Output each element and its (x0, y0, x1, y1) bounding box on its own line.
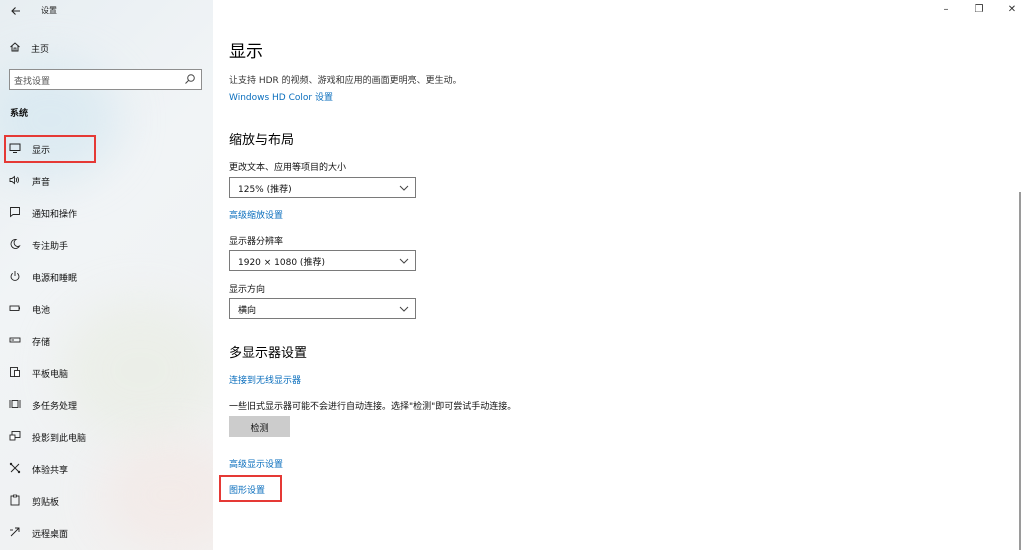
sidebar-item-label: 电源和睡眠 (32, 274, 78, 284)
sidebar-item-notifications[interactable]: 通知和操作 (8, 203, 208, 225)
orientation-value: 横向 (238, 306, 257, 316)
titlebar-left: 设置 (0, 0, 213, 22)
sidebar-item-label: 投影到此电脑 (32, 434, 87, 444)
sidebar-item-home[interactable]: 主页 (9, 41, 199, 57)
sidebar-item-label: 电池 (32, 306, 51, 316)
chevron-down-icon (399, 306, 409, 312)
app-title: 设置 (41, 6, 57, 15)
sidebar-item-label: 体验共享 (32, 466, 69, 476)
clipboard-icon (8, 494, 22, 508)
sidebar-item-label: 多任务处理 (32, 402, 78, 412)
resolution-label: 显示器分辨率 (229, 237, 284, 247)
close-button[interactable]: ✕ (1005, 4, 1019, 15)
notification-icon (8, 206, 22, 220)
text-size-label: 更改文本、应用等项目的大小 (229, 163, 347, 173)
sidebar-item-label: 声音 (32, 178, 51, 188)
orientation-dropdown[interactable]: 横向 (229, 298, 416, 319)
sidebar-item-multitasking[interactable]: 多任务处理 (8, 395, 208, 417)
arrow-left-icon (11, 7, 20, 15)
search-icon (185, 74, 195, 84)
moon-icon (8, 238, 22, 252)
speaker-icon (8, 174, 22, 188)
sidebar-home-label: 主页 (31, 45, 50, 55)
wireless-display-link[interactable]: 连接到无线显示器 (229, 373, 301, 386)
sidebar-item-clipboard[interactable]: 剪贴板 (8, 491, 208, 513)
detect-button-label: 检测 (250, 424, 269, 434)
text-size-dropdown[interactable]: 125% (推荐) (229, 177, 416, 198)
sidebar-item-storage[interactable]: 存储 (8, 331, 208, 353)
highlight-box-display (4, 135, 96, 163)
hdr-settings-link[interactable]: Windows HD Color 设置 (229, 90, 333, 103)
power-icon (8, 270, 22, 284)
tablet-icon (8, 366, 22, 380)
sidebar-item-label: 存储 (32, 338, 51, 348)
home-icon (9, 41, 23, 56)
detect-description: 一些旧式显示器可能不会进行自动连接。选择"检测"即可尝试手动连接。 (229, 402, 517, 412)
minimize-button[interactable]: – (939, 4, 953, 15)
project-icon (8, 430, 22, 444)
multi-display-heading: 多显示器设置 (229, 346, 308, 361)
sidebar-item-label: 平板电脑 (32, 370, 69, 380)
sidebar: 设置 主页 查找设置 系统 显示 声音 通知和操作 专注助手 电源和睡眠 电池 … (0, 0, 213, 550)
text-size-value: 125% (推荐) (238, 185, 292, 195)
sidebar-item-project[interactable]: 投影到此电脑 (8, 427, 208, 449)
sidebar-item-label: 远程桌面 (32, 530, 69, 540)
restore-button[interactable]: ❐ (972, 4, 986, 15)
chevron-down-icon (399, 258, 409, 264)
advanced-display-link[interactable]: 高级显示设置 (229, 457, 283, 470)
hdr-description: 让支持 HDR 的视频、游戏和应用的画面更明亮、更生动。 (229, 76, 462, 86)
resolution-dropdown[interactable]: 1920 × 1080 (推荐) (229, 250, 416, 271)
sidebar-item-shared-experiences[interactable]: 体验共享 (8, 459, 208, 481)
detect-button[interactable]: 检测 (229, 416, 290, 437)
search-placeholder: 查找设置 (14, 77, 51, 87)
chevron-down-icon (399, 185, 409, 191)
multitask-icon (8, 398, 22, 412)
sidebar-item-tablet[interactable]: 平板电脑 (8, 363, 208, 385)
sidebar-item-sound[interactable]: 声音 (8, 171, 208, 193)
scale-layout-heading: 缩放与布局 (229, 133, 295, 148)
search-input[interactable]: 查找设置 (9, 69, 202, 90)
orientation-label: 显示方向 (229, 285, 266, 295)
back-button[interactable] (8, 3, 24, 19)
section-label-system: 系统 (10, 109, 29, 119)
sidebar-item-power[interactable]: 电源和睡眠 (8, 267, 208, 289)
scrollbar[interactable] (1019, 192, 1021, 550)
advanced-scaling-link[interactable]: 高级缩放设置 (229, 208, 283, 221)
share-icon (8, 462, 22, 476)
sidebar-item-label: 剪贴板 (32, 498, 60, 508)
resolution-value: 1920 × 1080 (推荐) (238, 258, 325, 268)
page-title: 显示 (229, 42, 263, 62)
sidebar-item-label: 通知和操作 (32, 210, 78, 220)
sidebar-item-battery[interactable]: 电池 (8, 299, 208, 321)
sidebar-item-remote-desktop[interactable]: 远程桌面 (8, 523, 208, 545)
remote-desktop-icon (8, 526, 22, 540)
battery-icon (8, 302, 22, 316)
storage-icon (8, 334, 22, 348)
highlight-box-graphics (219, 475, 282, 502)
sidebar-item-focus-assist[interactable]: 专注助手 (8, 235, 208, 257)
sidebar-item-label: 专注助手 (32, 242, 69, 252)
